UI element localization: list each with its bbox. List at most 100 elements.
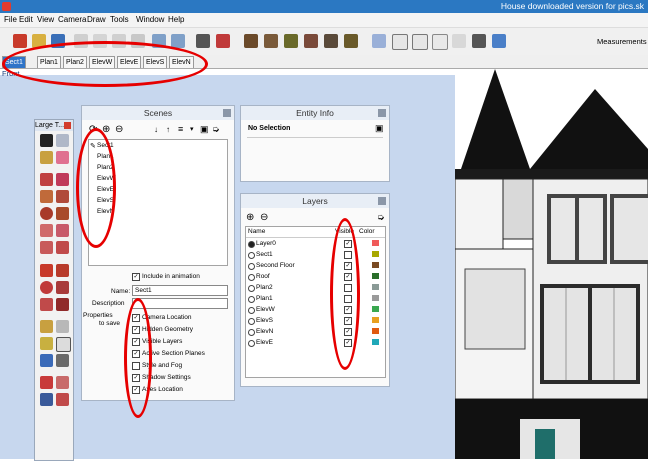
zoom-icon[interactable] bbox=[40, 393, 53, 406]
new-file-icon[interactable] bbox=[13, 34, 27, 48]
add-layer-icon[interactable]: ⊕ bbox=[246, 212, 254, 223]
layer-name[interactable]: Sect1 bbox=[256, 251, 273, 258]
visible-layers-checkbox[interactable]: ✓ bbox=[132, 338, 140, 346]
camera-location-checkbox[interactable]: ✓ bbox=[132, 314, 140, 322]
zoom-window-icon[interactable] bbox=[56, 393, 69, 406]
layer-color-swatch[interactable] bbox=[372, 295, 379, 301]
refresh-scene-icon[interactable]: ⟳ bbox=[89, 124, 97, 135]
tab-elevs[interactable]: ElevS bbox=[143, 56, 168, 68]
close-icon[interactable] bbox=[378, 197, 386, 205]
close-icon[interactable] bbox=[64, 122, 71, 129]
scene-item[interactable]: Plan2 bbox=[97, 164, 114, 171]
layer-name[interactable]: Second Floor bbox=[256, 262, 295, 269]
show-details-icon[interactable]: ▣ bbox=[200, 124, 209, 135]
select-arrow-icon[interactable] bbox=[40, 134, 53, 147]
dimension-icon[interactable] bbox=[56, 320, 69, 333]
axes-icon[interactable] bbox=[40, 354, 53, 367]
pencil-line-icon[interactable] bbox=[40, 173, 53, 186]
scene-item[interactable]: ElevE bbox=[97, 186, 114, 193]
layer-active-radio[interactable] bbox=[248, 296, 255, 303]
scene-item[interactable]: ElevN bbox=[97, 208, 114, 215]
polygon-icon[interactable] bbox=[56, 207, 69, 220]
erase-icon[interactable] bbox=[131, 34, 145, 48]
follow-me-icon[interactable] bbox=[56, 281, 69, 294]
detail-arrow-icon[interactable]: ➭ bbox=[212, 124, 220, 135]
layer-color-swatch[interactable] bbox=[372, 339, 379, 345]
layer-active-radio[interactable] bbox=[248, 307, 255, 314]
redo-icon[interactable] bbox=[171, 34, 185, 48]
tab-elevn[interactable]: ElevN bbox=[169, 56, 194, 68]
layer-color-swatch[interactable] bbox=[372, 317, 379, 323]
scene-item[interactable]: Plan1 bbox=[97, 153, 114, 160]
tab-sect1[interactable]: Sect1 bbox=[2, 56, 26, 68]
3d-text-icon[interactable] bbox=[56, 354, 69, 367]
close-icon[interactable] bbox=[223, 109, 231, 117]
layer-visible-checkbox[interactable]: ✓ bbox=[344, 317, 352, 325]
model-info-icon[interactable] bbox=[216, 34, 230, 48]
axes-location-checkbox[interactable]: ✓ bbox=[132, 386, 140, 394]
layer-name[interactable]: Layer0 bbox=[256, 240, 276, 247]
layer-active-radio[interactable] bbox=[248, 329, 255, 336]
column-header-color[interactable]: Color bbox=[359, 228, 375, 235]
layer-name[interactable]: Roof bbox=[256, 273, 270, 280]
paint-bucket-icon[interactable] bbox=[40, 151, 53, 164]
description-input[interactable] bbox=[132, 298, 228, 309]
layer-visible-checkbox[interactable] bbox=[344, 295, 352, 303]
style-and-fog-checkbox[interactable] bbox=[132, 362, 140, 370]
rotate-icon[interactable] bbox=[40, 281, 53, 294]
layer-active-radio[interactable] bbox=[248, 263, 255, 270]
layer-visible-checkbox[interactable] bbox=[344, 284, 352, 292]
layer-color-swatch[interactable] bbox=[372, 284, 379, 290]
arc-icon[interactable] bbox=[40, 224, 53, 237]
layer-name[interactable]: ElevS bbox=[256, 317, 273, 324]
menu-camera[interactable]: Camera bbox=[58, 15, 86, 24]
shadow-settings-checkbox[interactable]: ✓ bbox=[132, 374, 140, 382]
layer-name[interactable]: Plan2 bbox=[256, 284, 273, 291]
freehand-icon[interactable] bbox=[56, 173, 69, 186]
circle-icon[interactable] bbox=[40, 207, 53, 220]
two-point-arc-icon[interactable] bbox=[56, 224, 69, 237]
model-viewport[interactable] bbox=[454, 69, 648, 459]
move-icon[interactable] bbox=[40, 264, 53, 277]
tape-measure-icon[interactable] bbox=[40, 320, 53, 333]
scene-item[interactable]: ElevW bbox=[97, 175, 116, 182]
layer-active-radio[interactable] bbox=[248, 340, 255, 347]
undo-icon[interactable] bbox=[152, 34, 166, 48]
layer-active-radio[interactable] bbox=[248, 318, 255, 325]
move-down-icon[interactable]: ↓ bbox=[154, 125, 158, 134]
remove-layer-icon[interactable]: ⊖ bbox=[260, 212, 268, 223]
rotated-rectangle-icon[interactable] bbox=[56, 190, 69, 203]
add-scene-icon[interactable]: ⊕ bbox=[102, 124, 110, 135]
hidden-line-icon[interactable] bbox=[412, 34, 428, 50]
menu-tools[interactable]: Tools bbox=[110, 15, 129, 24]
layer-active-radio[interactable] bbox=[248, 274, 255, 281]
layer-visible-checkbox[interactable]: ✓ bbox=[344, 273, 352, 281]
left-view-icon[interactable] bbox=[344, 34, 358, 48]
close-icon[interactable] bbox=[378, 109, 386, 117]
details-toggle-icon[interactable]: ▣ bbox=[375, 123, 384, 134]
layer-visible-checkbox[interactable]: ✓ bbox=[344, 306, 352, 314]
wireframe-icon[interactable] bbox=[392, 34, 408, 50]
layer-name[interactable]: ElevN bbox=[256, 328, 273, 335]
layer-name[interactable]: ElevE bbox=[256, 339, 273, 346]
make-component-icon[interactable] bbox=[56, 134, 69, 147]
tab-eleve[interactable]: ElevE bbox=[117, 56, 142, 68]
tab-elevw[interactable]: ElevW bbox=[89, 56, 116, 68]
layer-visible-checkbox[interactable] bbox=[344, 251, 352, 259]
layer-color-swatch[interactable] bbox=[372, 262, 379, 268]
monochrome-icon[interactable] bbox=[472, 34, 486, 48]
cut-icon[interactable] bbox=[74, 34, 88, 48]
detail-arrow-icon[interactable]: ➭ bbox=[377, 212, 385, 223]
layer-name[interactable]: Plan1 bbox=[256, 295, 273, 302]
paste-icon[interactable] bbox=[112, 34, 126, 48]
remove-scene-icon[interactable]: ⊖ bbox=[115, 124, 123, 135]
shaded-textures-icon[interactable] bbox=[452, 34, 466, 48]
print-icon[interactable] bbox=[196, 34, 210, 48]
menu-view[interactable]: View bbox=[37, 15, 54, 24]
column-header-visible[interactable]: Visible bbox=[335, 228, 354, 235]
move-up-icon[interactable]: ↑ bbox=[166, 125, 170, 134]
menu-draw[interactable]: Draw bbox=[87, 15, 106, 24]
layer-visible-checkbox[interactable]: ✓ bbox=[344, 328, 352, 336]
tab-plan1[interactable]: Plan1 bbox=[37, 56, 61, 68]
menu-file[interactable]: File bbox=[4, 15, 17, 24]
